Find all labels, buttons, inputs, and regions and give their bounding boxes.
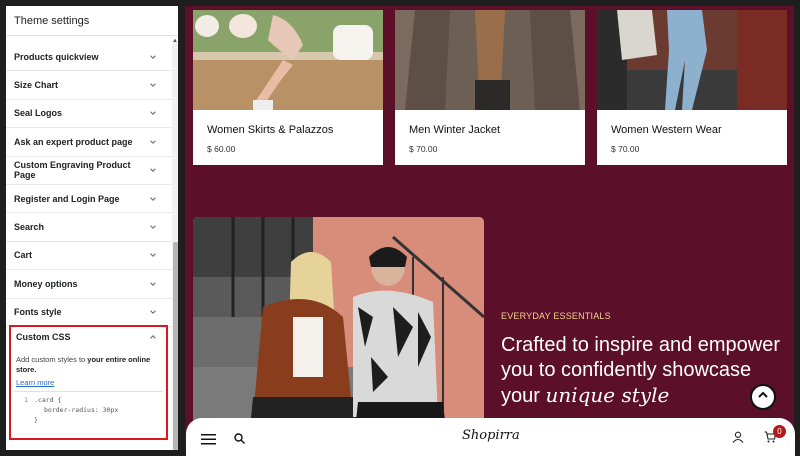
section-custom-engraving[interactable]: Custom Engraving Product Page	[6, 157, 172, 185]
product-title[interactable]: Women Western Wear	[611, 124, 722, 136]
user-icon[interactable]	[732, 430, 744, 448]
product-price: $ 70.00	[409, 144, 438, 154]
chevron-down-icon	[148, 307, 158, 317]
section-ask-expert[interactable]: Ask an expert product page	[6, 128, 172, 157]
cart-count-badge: 0	[773, 425, 786, 438]
code-line-1: 1 .card {	[14, 395, 163, 405]
sidebar-scrollbar-thumb[interactable]	[173, 242, 178, 450]
section-label: Money options	[14, 278, 78, 289]
chevron-down-icon	[148, 108, 158, 118]
hero-eyebrow: EVERYDAY ESSENTIALS	[501, 311, 611, 321]
product-image[interactable]	[597, 10, 787, 110]
section-seal-logos[interactable]: Seal Logos	[6, 100, 172, 129]
product-price: $ 70.00	[611, 144, 640, 154]
product-image[interactable]	[193, 10, 383, 110]
headline-italic: unique style	[545, 383, 670, 407]
chevron-down-icon	[148, 279, 158, 289]
hero-image	[193, 217, 484, 450]
hero-headline: Crafted to inspire and empower you to co…	[501, 333, 791, 409]
code-text: .card {	[34, 396, 62, 404]
css-code-editor[interactable]: 1 .card { border-radius: 30px }	[14, 391, 163, 425]
section-register-login[interactable]: Register and Login Page	[6, 185, 172, 214]
chevron-down-icon	[148, 137, 158, 147]
sidebar-title: Theme settings	[6, 6, 178, 36]
line-number: 1	[24, 396, 28, 404]
product-image[interactable]	[395, 10, 585, 110]
product-card[interactable]: Women Western Wear $ 70.00	[597, 10, 787, 165]
theme-settings-sidebar: Theme settings ▲ Products quickview Size…	[6, 6, 178, 450]
store-preview: Women Skirts & Palazzos $ 60.00 Men Wint…	[185, 6, 794, 450]
section-size-chart[interactable]: Size Chart	[6, 71, 172, 100]
section-label: Seal Logos	[14, 108, 63, 119]
code-line-2: border-radius: 30px	[14, 405, 163, 415]
custom-css-panel: Custom CSS Add custom styles to your ent…	[9, 325, 168, 440]
store-logo[interactable]: Shopirra	[462, 428, 520, 443]
section-label: Ask an expert product page	[14, 136, 133, 147]
chevron-up-icon	[148, 332, 158, 342]
section-label: Size Chart	[14, 80, 59, 91]
description-text: Add custom styles to	[16, 355, 88, 364]
section-cart[interactable]: Cart	[6, 242, 172, 271]
product-title[interactable]: Women Skirts & Palazzos	[207, 124, 333, 136]
custom-css-header[interactable]: Custom CSS	[11, 327, 166, 343]
mobile-bottom-bar: Shopirra 0	[186, 418, 795, 456]
section-label: Cart	[14, 250, 33, 261]
chevron-down-icon	[148, 80, 158, 90]
section-label: Products quickview	[14, 51, 99, 62]
section-search[interactable]: Search	[6, 213, 172, 242]
chevron-down-icon	[148, 222, 158, 232]
code-text: }	[34, 416, 38, 424]
product-card[interactable]: Men Winter Jacket $ 70.00	[395, 10, 585, 165]
section-label: Fonts style	[14, 307, 62, 318]
section-label: Search	[14, 222, 45, 233]
custom-css-label: Custom CSS	[16, 332, 71, 342]
section-label: Custom Engraving Product Page	[14, 160, 131, 181]
search-icon[interactable]	[234, 431, 245, 449]
code-line-3: }	[14, 415, 163, 425]
section-label: Register and Login Page	[14, 193, 120, 204]
learn-more-link[interactable]: Learn more	[11, 375, 166, 387]
code-text: border-radius: 30px	[44, 406, 119, 414]
chevron-down-icon	[148, 250, 158, 260]
chevron-down-icon	[148, 194, 158, 204]
product-title[interactable]: Men Winter Jacket	[409, 124, 500, 136]
section-fonts-style[interactable]: Fonts style	[6, 299, 172, 327]
arrow-up-icon	[757, 388, 769, 406]
chevron-down-icon	[148, 165, 158, 175]
menu-icon[interactable]	[201, 432, 216, 450]
chevron-down-icon	[148, 52, 158, 62]
custom-css-description: Add custom styles to your entire online …	[11, 343, 166, 375]
product-price: $ 60.00	[207, 144, 236, 154]
product-card[interactable]: Women Skirts & Palazzos $ 60.00	[193, 10, 383, 165]
settings-section-list: Products quickview Size Chart Seal Logos…	[6, 43, 172, 327]
section-money-options[interactable]: Money options	[6, 270, 172, 299]
scroll-to-top-button[interactable]	[750, 384, 776, 410]
section-products-quickview[interactable]: Products quickview	[6, 43, 172, 72]
